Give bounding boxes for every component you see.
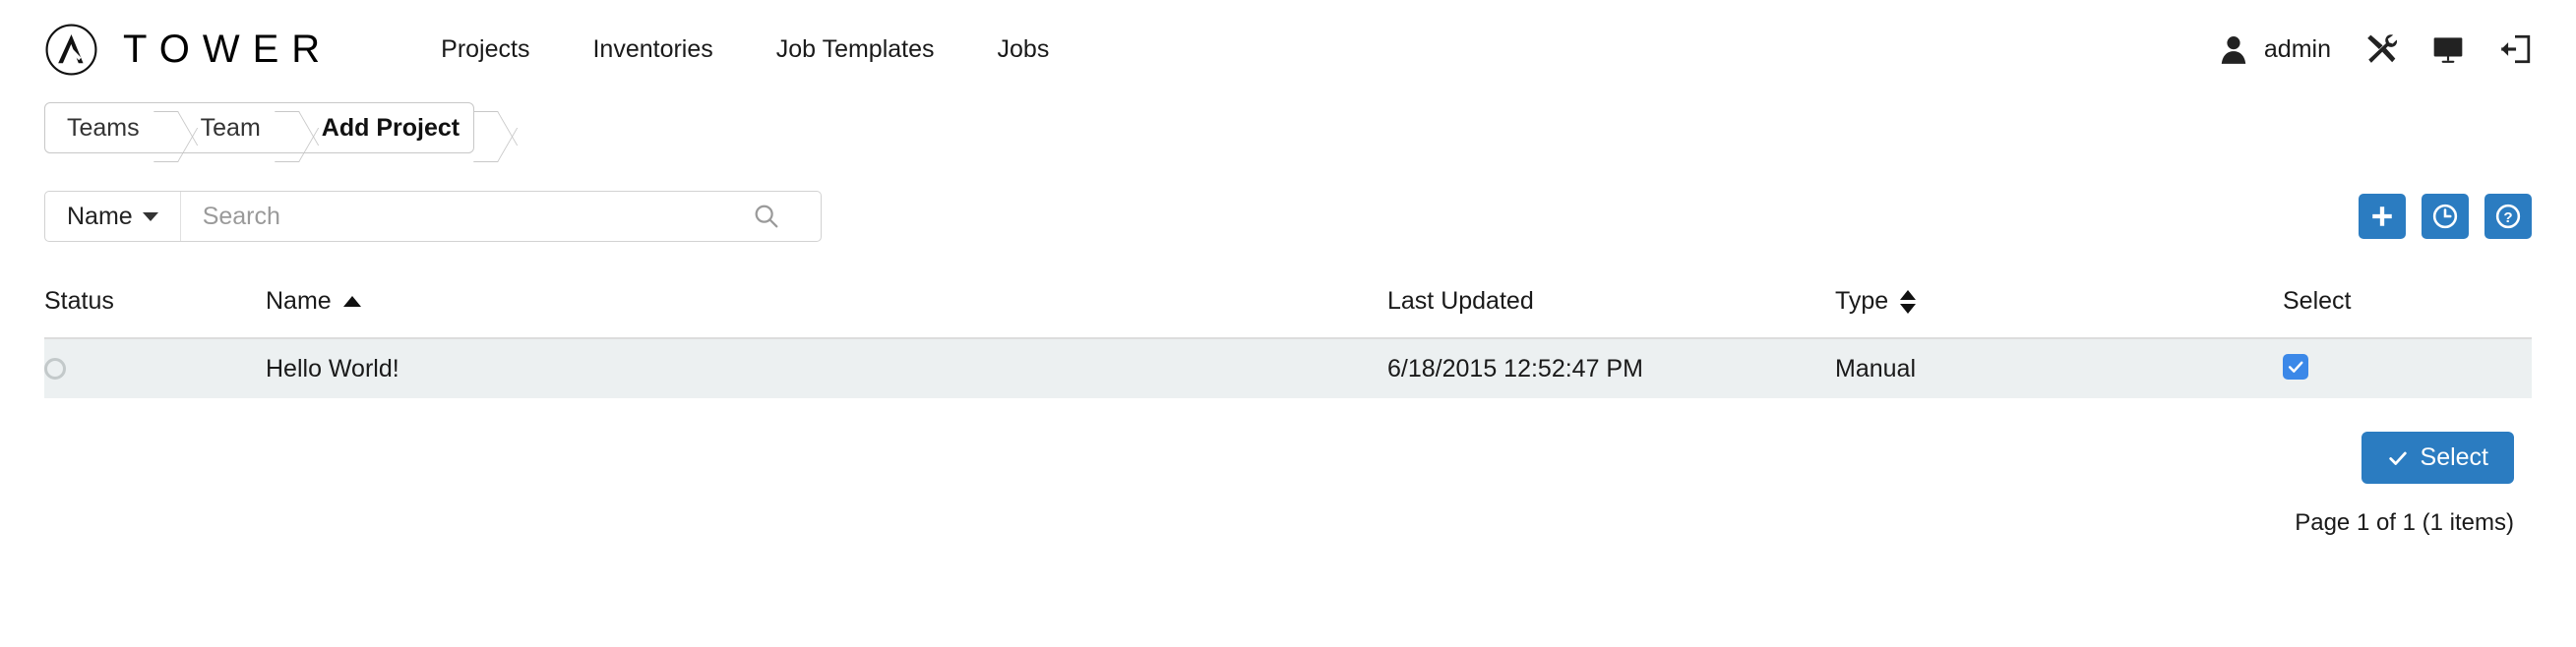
sort-ascending-icon	[342, 296, 361, 307]
breadcrumb-item-team[interactable]: Team	[179, 103, 275, 152]
breadcrumb: Teams Team Add Project	[44, 102, 475, 153]
projects-table-container: Status Name Last Updated Type Select Hel…	[0, 279, 2576, 398]
header-actions: admin	[2217, 32, 2532, 66]
table-head: Status Name Last Updated Type Select	[44, 279, 2532, 338]
breadcrumb-separator	[275, 103, 300, 152]
clock-icon	[2432, 204, 2458, 229]
breadcrumb-item-teams[interactable]: Teams	[45, 103, 153, 152]
tools-icon[interactable]	[2364, 32, 2398, 66]
ansible-a-logo-icon	[45, 24, 97, 75]
column-header-name[interactable]: Name	[266, 279, 1387, 338]
cell-status	[44, 337, 266, 398]
table-header-row: Status Name Last Updated Type Select	[44, 279, 2532, 338]
search-input[interactable]	[200, 201, 752, 232]
search-bar: Name	[44, 191, 822, 242]
search-key-dropdown[interactable]: Name	[45, 192, 181, 241]
main-navigation: Projects Inventories Job Templates Jobs	[409, 35, 1080, 64]
check-icon	[2388, 451, 2407, 465]
toolbar-actions: ?	[2359, 194, 2532, 239]
nav-item-inventories[interactable]: Inventories	[561, 35, 744, 64]
chevron-down-icon	[142, 211, 158, 221]
user-icon	[2221, 36, 2246, 64]
nav-item-job-templates[interactable]: Job Templates	[745, 35, 966, 64]
column-header-last-updated[interactable]: Last Updated	[1387, 279, 1835, 338]
row-checkbox[interactable]	[2283, 354, 2308, 380]
brand-name: TOWER	[123, 27, 334, 71]
toolbar: Name Search ?	[0, 191, 2576, 242]
search-icon	[755, 205, 778, 228]
select-button[interactable]: Select	[2361, 432, 2514, 484]
table-footer: Select Page 1 of 1 (1 items)	[0, 432, 2576, 537]
cell-type: Manual	[1835, 337, 2283, 398]
search-field	[181, 192, 821, 241]
column-header-status: Status	[44, 279, 266, 338]
column-label-select: Select	[2283, 287, 2352, 315]
breadcrumb-container: Teams Team Add Project	[0, 102, 2576, 153]
schedule-button[interactable]	[2422, 194, 2469, 239]
pagination-status: Page 1 of 1 (1 items)	[2295, 509, 2514, 536]
monitor-icon[interactable]	[2431, 32, 2465, 66]
breadcrumb-separator	[473, 103, 499, 152]
column-label-status: Status	[44, 287, 114, 315]
plus-icon	[2372, 206, 2392, 226]
breadcrumb-item-add-project: Add Project	[321, 113, 460, 142]
logout-icon[interactable]	[2498, 32, 2532, 66]
search-key-label: Name	[67, 202, 133, 230]
current-user[interactable]: admin	[2217, 32, 2331, 66]
brand[interactable]: TOWER	[44, 23, 333, 77]
nav-item-jobs[interactable]: Jobs	[966, 35, 1081, 64]
help-button[interactable]: ?	[2484, 194, 2532, 239]
app-header: TOWER Projects Inventories Job Templates…	[0, 0, 2576, 98]
cell-last-updated: 6/18/2015 12:52:47 PM	[1387, 337, 1835, 398]
column-header-type[interactable]: Type	[1835, 279, 2283, 338]
column-label-name: Name	[266, 287, 332, 315]
cell-name[interactable]: Hello World!	[266, 337, 1387, 398]
breadcrumb-separator	[153, 103, 179, 152]
add-button[interactable]	[2359, 194, 2406, 239]
select-button-label: Select	[2420, 443, 2488, 471]
column-header-select: Select	[2283, 279, 2532, 338]
table-body: Hello World! 6/18/2015 12:52:47 PM Manua…	[44, 337, 2532, 398]
cell-select	[2283, 337, 2532, 398]
sort-none-icon	[1900, 289, 1917, 314]
question-icon: ?	[2495, 204, 2521, 229]
status-indicator-icon	[44, 358, 66, 380]
table-row[interactable]: Hello World! 6/18/2015 12:52:47 PM Manua…	[44, 337, 2532, 398]
user-name: admin	[2263, 34, 2331, 63]
projects-table: Status Name Last Updated Type Select Hel…	[44, 279, 2532, 398]
column-label-last-updated: Last Updated	[1387, 287, 1534, 315]
svg-text:?: ?	[2503, 209, 2512, 226]
search-submit[interactable]	[752, 202, 801, 231]
column-label-type: Type	[1835, 287, 1889, 315]
nav-item-projects[interactable]: Projects	[409, 35, 561, 64]
check-icon	[2288, 361, 2303, 373]
